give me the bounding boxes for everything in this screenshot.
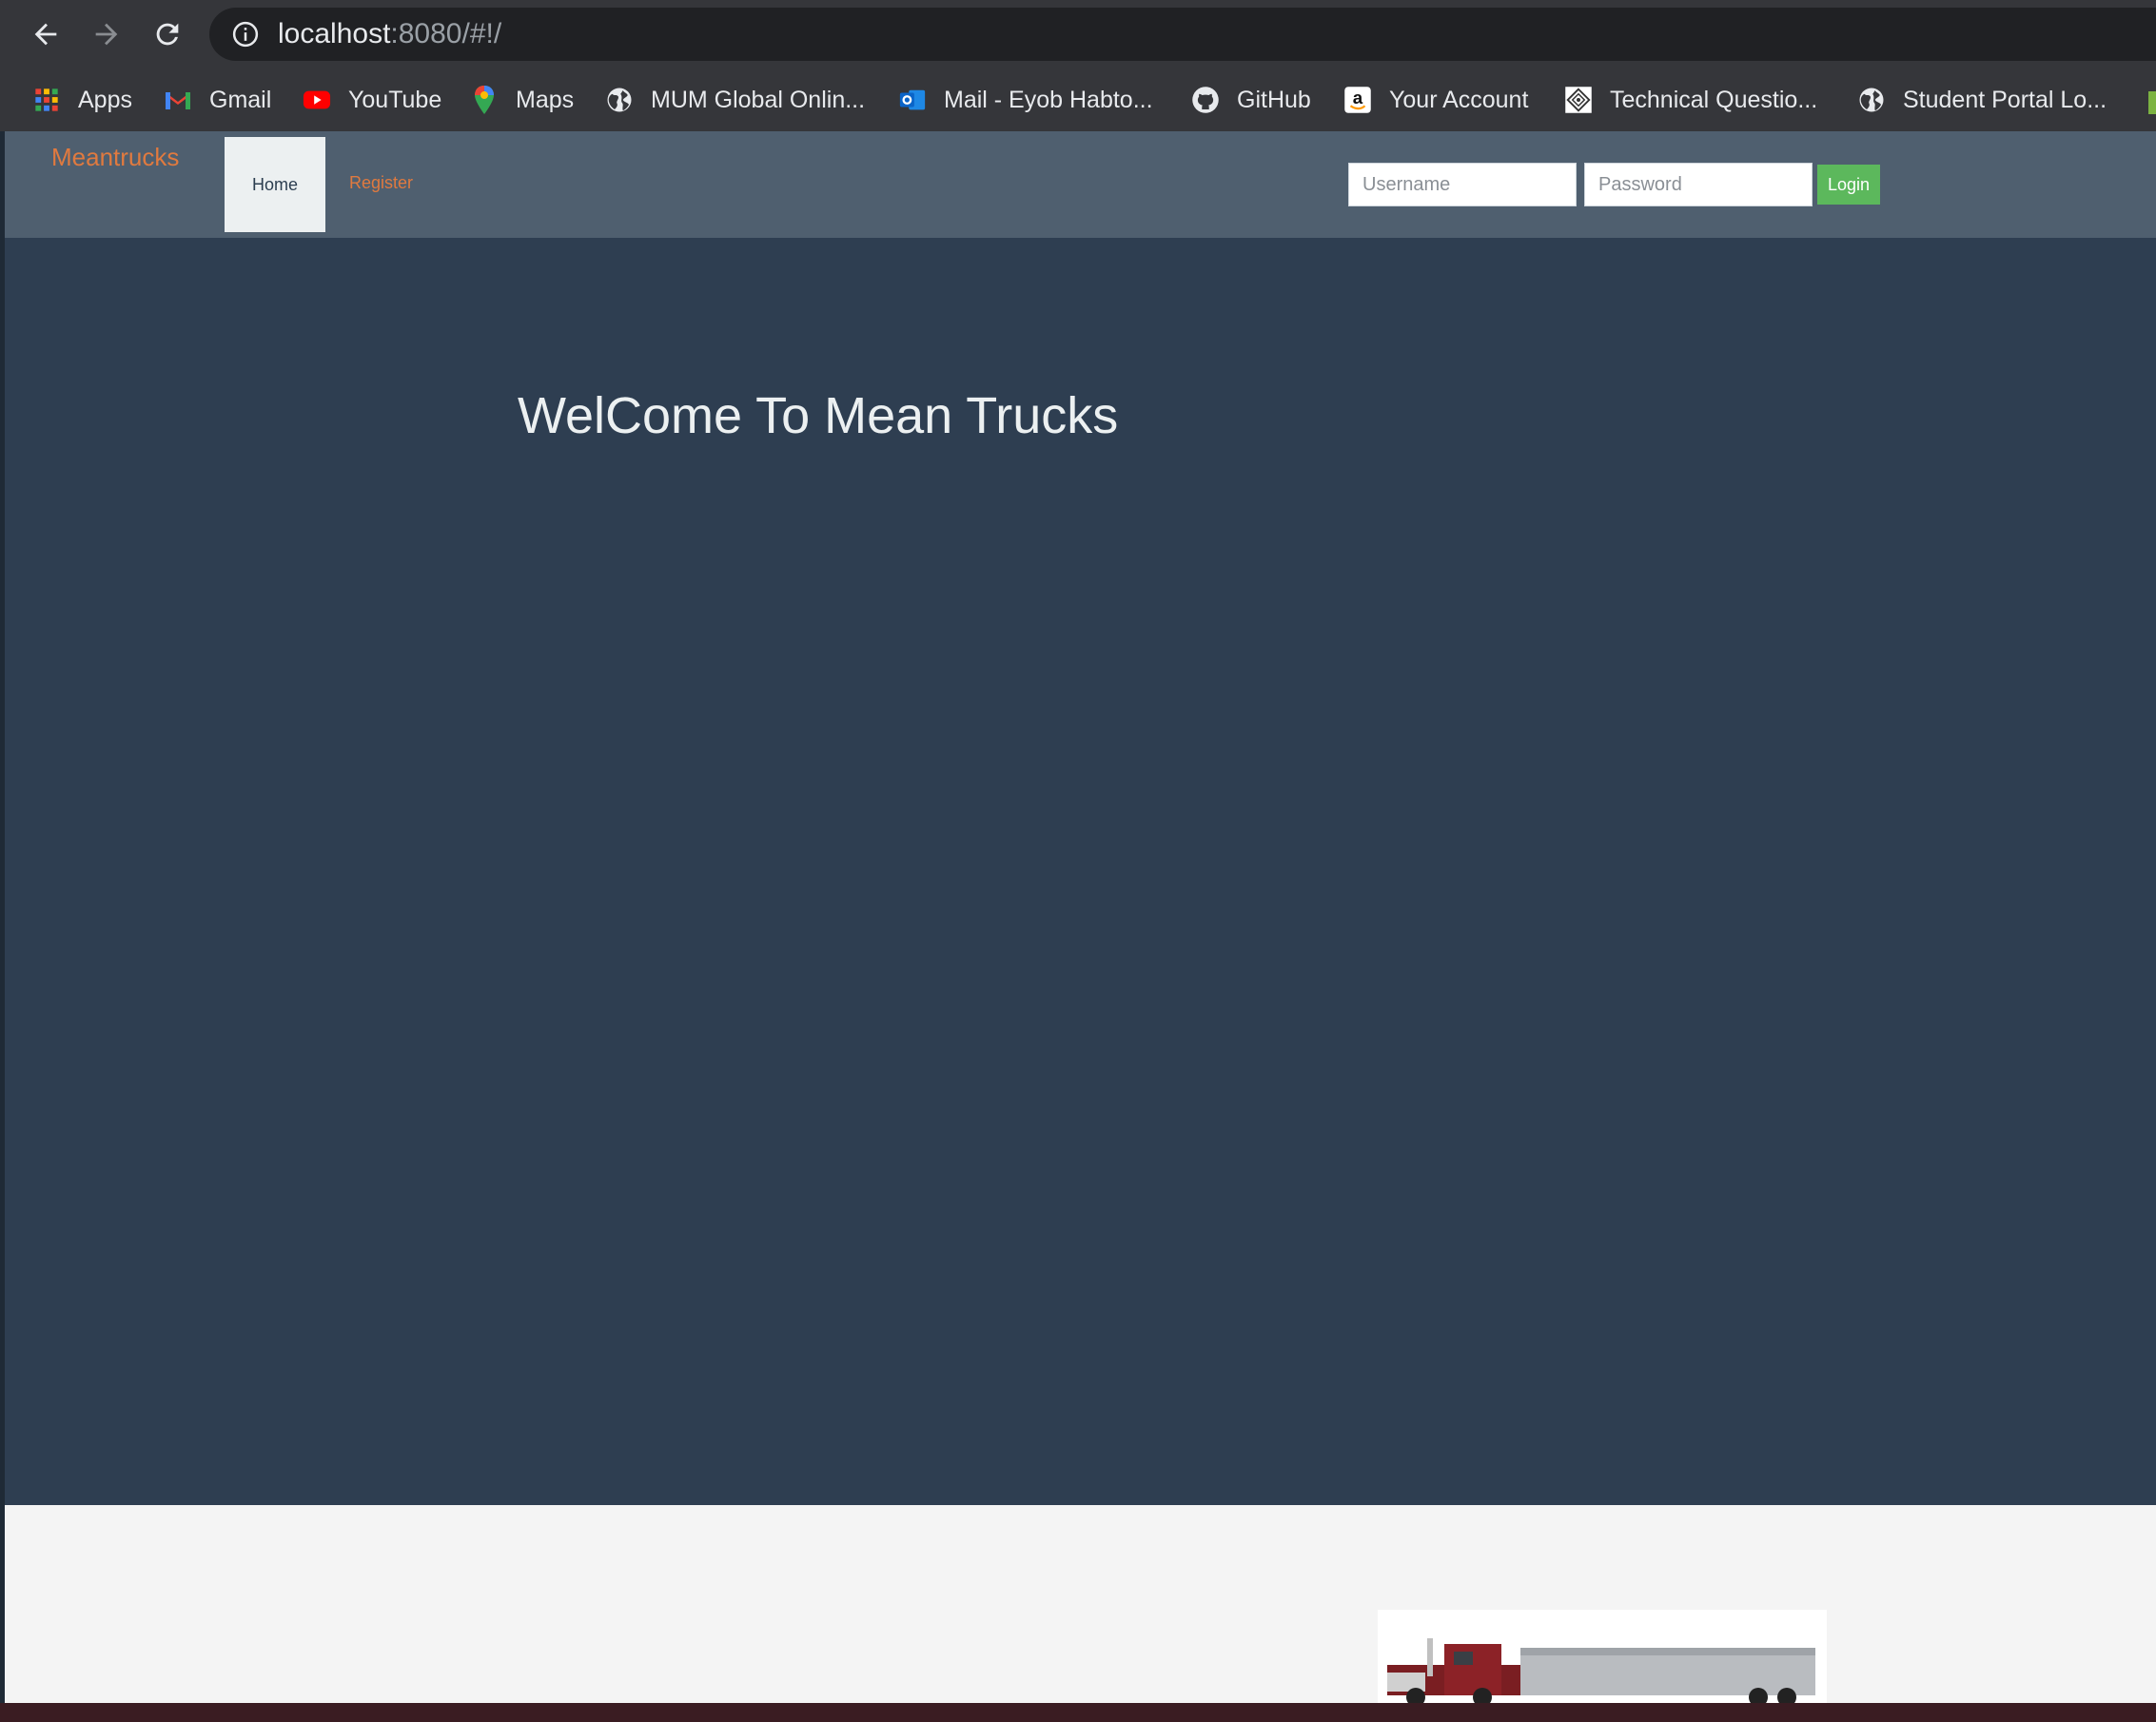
bookmark-label: MUM Global Onlin... xyxy=(651,86,866,113)
bookmark-github[interactable]: GitHub xyxy=(1191,78,1311,122)
gmail-icon xyxy=(164,86,192,114)
amazon-icon: a xyxy=(1343,86,1372,114)
outlook-icon xyxy=(898,86,927,114)
address-bar[interactable]: localhost:8080/#!/ xyxy=(209,8,2156,61)
bookmark-label: Gmail xyxy=(209,86,272,113)
page-title: WelCome To Mean Trucks xyxy=(518,387,1119,444)
bookmark-label: Your Account xyxy=(1389,86,1529,113)
nav-home-link[interactable]: Home xyxy=(225,137,325,232)
os-bottom-strip xyxy=(0,1703,2156,1722)
bookmark-student-portal[interactable]: Student Portal Lo... xyxy=(1857,78,2107,122)
globe-icon xyxy=(605,86,634,114)
bookmark-gmail[interactable]: Gmail xyxy=(164,78,271,122)
site-navbar: Meantrucks Home Register Login xyxy=(5,131,2156,238)
browser-toolbar: localhost:8080/#!/ xyxy=(0,0,2156,68)
page-footer xyxy=(5,1505,2156,1703)
bookmark-overflow-icon[interactable] xyxy=(2148,91,2156,114)
nav-register-link[interactable]: Register xyxy=(349,173,413,193)
bookmark-label: Mail - Eyob Habto... xyxy=(944,86,1153,113)
url-host: localhost xyxy=(278,18,391,49)
bookmark-technical-questions[interactable]: Technical Questio... xyxy=(1564,78,1817,122)
url-text: localhost:8080/#!/ xyxy=(278,18,501,50)
bookmark-apps[interactable]: Apps xyxy=(32,78,132,122)
reload-button[interactable] xyxy=(141,8,194,61)
bookmark-youtube[interactable]: YouTube xyxy=(303,78,441,122)
bookmark-label: YouTube xyxy=(348,86,442,113)
svg-text:a: a xyxy=(1353,88,1363,108)
bookmark-label: Maps xyxy=(516,86,575,113)
username-input[interactable] xyxy=(1348,163,1577,206)
bookmark-maps[interactable]: Maps xyxy=(470,78,574,122)
globe-icon xyxy=(1857,86,1886,114)
brand-link[interactable]: Meantrucks xyxy=(51,143,179,172)
reload-icon xyxy=(156,23,179,46)
truck-image xyxy=(1378,1610,1827,1703)
web-page: Meantrucks Home Register Login WelCome T… xyxy=(5,131,2156,1703)
bookmark-label: Technical Questio... xyxy=(1610,86,1818,113)
truck-icon xyxy=(1387,1638,1815,1703)
url-path: :8080/#!/ xyxy=(390,18,502,49)
bookmark-label: GitHub xyxy=(1237,86,1311,113)
bookmark-mum-global[interactable]: MUM Global Onlin... xyxy=(605,78,865,122)
youtube-icon xyxy=(303,86,331,114)
bookmark-label: Student Portal Lo... xyxy=(1903,86,2107,113)
info-icon[interactable] xyxy=(230,19,261,49)
apps-grid-icon xyxy=(32,86,61,114)
back-arrow-icon xyxy=(34,23,57,46)
forward-button[interactable] xyxy=(80,8,133,61)
maps-pin-icon xyxy=(470,86,499,114)
bookmark-amazon[interactable]: a Your Account xyxy=(1343,78,1528,122)
back-button[interactable] xyxy=(19,8,72,61)
bookmarks-bar: Apps Gmail YouTube Maps MUM Global Onlin… xyxy=(0,68,2156,133)
site-favicon-icon xyxy=(1564,86,1593,114)
github-icon xyxy=(1191,86,1220,114)
bookmark-label: Apps xyxy=(78,86,132,113)
bookmark-mail[interactable]: Mail - Eyob Habto... xyxy=(898,78,1153,122)
password-input[interactable] xyxy=(1584,163,1813,206)
login-button[interactable]: Login xyxy=(1817,165,1880,205)
forward-arrow-icon xyxy=(95,23,118,46)
